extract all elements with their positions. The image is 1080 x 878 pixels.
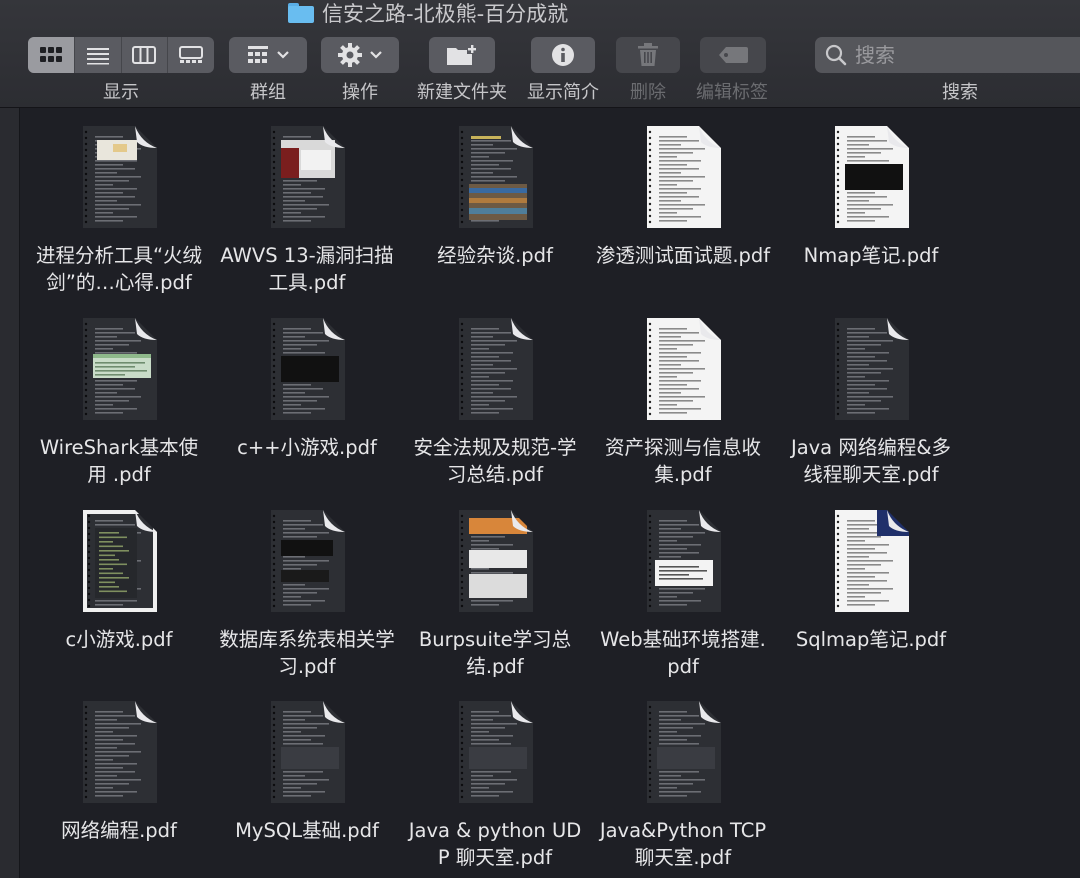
file-name-label: WireShark基本使用 .pdf — [39, 436, 199, 486]
pdf-thumbnail-icon — [835, 510, 909, 612]
pdf-thumbnail-icon — [271, 701, 345, 803]
file-name-label: 渗透测试面试题.pdf — [595, 244, 771, 267]
chevron-down-icon — [370, 51, 382, 59]
file-item[interactable]: 数据库系统表相关学习.pdf — [213, 492, 401, 682]
icon-view-button[interactable] — [28, 37, 75, 73]
file-item[interactable]: 经验杂谈.pdf — [401, 108, 589, 298]
edit-tags-label: 编辑标签 — [696, 82, 768, 103]
action-label: 操作 — [342, 82, 378, 103]
file-name-label: Java 网络编程&多线程聊天室.pdf — [790, 436, 952, 486]
search-icon — [825, 44, 847, 66]
pdf-thumbnail-icon — [459, 510, 533, 612]
pdf-thumbnail-icon — [835, 318, 909, 420]
file-name-label: Sqlmap笔记.pdf — [795, 628, 947, 651]
file-item[interactable]: Web基础环境搭建.pdf — [589, 492, 777, 682]
group-label: 群组 — [250, 82, 286, 103]
delete-button[interactable] — [616, 37, 680, 73]
pdf-thumbnail-icon — [647, 318, 721, 420]
group-icon — [248, 46, 268, 63]
pdf-thumbnail-icon — [459, 318, 533, 420]
file-name-label: 数据库系统表相关学习.pdf — [219, 628, 395, 678]
file-name-label: 网络编程.pdf — [61, 819, 177, 842]
file-item[interactable]: 资产探测与信息收集.pdf — [589, 300, 777, 490]
file-name-label: 经验杂谈.pdf — [437, 244, 553, 267]
pdf-thumbnail-icon — [271, 318, 345, 420]
file-name-label: Burpsuite学习总结.pdf — [418, 628, 572, 678]
info-icon — [552, 44, 574, 66]
list-icon — [86, 48, 109, 65]
pdf-thumbnail-icon — [835, 126, 909, 228]
file-item[interactable]: Java&Python TCP 聊天室.pdf — [589, 683, 777, 873]
file-name-label: Nmap笔记.pdf — [803, 244, 939, 267]
file-name-label: 资产探测与信息收集.pdf — [604, 436, 761, 486]
file-item[interactable]: Nmap笔记.pdf — [777, 108, 965, 298]
file-item[interactable]: 进程分析工具“火绒剑”的…心得.pdf — [25, 108, 213, 298]
file-name-label: AWVS 13-漏洞扫描工具.pdf — [220, 244, 394, 294]
action-button[interactable] — [321, 37, 399, 73]
column-view-button[interactable] — [122, 37, 169, 73]
file-name-label: Web基础环境搭建.pdf — [600, 628, 766, 678]
trash-icon — [638, 43, 658, 66]
search-label: 搜索 — [942, 82, 978, 103]
new-folder-icon — [447, 44, 477, 65]
columns-icon — [132, 46, 157, 64]
chevron-down-icon — [277, 51, 289, 59]
folder-icon — [288, 3, 314, 23]
view-mode-control[interactable] — [28, 37, 214, 73]
file-item[interactable]: AWVS 13-漏洞扫描工具.pdf — [213, 108, 401, 298]
file-name-label: MySQL基础.pdf — [235, 819, 379, 842]
pdf-thumbnail-icon — [271, 126, 345, 228]
file-item[interactable]: 网络编程.pdf — [25, 683, 213, 873]
file-name-label: Java&Python TCP 聊天室.pdf — [599, 819, 767, 869]
file-item[interactable]: Java 网络编程&多线程聊天室.pdf — [777, 300, 965, 490]
list-view-button[interactable] — [75, 37, 122, 73]
search-field[interactable] — [815, 37, 1080, 73]
file-name-label: c小游戏.pdf — [65, 628, 173, 651]
sidebar-edge — [0, 108, 20, 878]
pdf-thumbnail-icon — [459, 701, 533, 803]
pdf-thumbnail-icon — [83, 126, 157, 228]
search-input[interactable] — [853, 42, 1057, 68]
file-name-label: c++小游戏.pdf — [237, 436, 377, 459]
file-item[interactable]: MySQL基础.pdf — [213, 683, 401, 873]
file-item[interactable]: c++小游戏.pdf — [213, 300, 401, 490]
file-item[interactable]: WireShark基本使用 .pdf — [25, 300, 213, 490]
get-info-button[interactable] — [531, 37, 595, 73]
new-folder-button[interactable] — [429, 37, 495, 73]
gallery-view-button[interactable] — [168, 37, 214, 73]
finder-toolbar: 信安之路-北极熊-百分成就 显示 群组 操作 新建文件夹 显示简介 删除 编辑标… — [0, 0, 1080, 108]
pdf-thumbnail-icon — [647, 126, 721, 228]
file-item[interactable]: c小游戏.pdf — [25, 492, 213, 682]
pdf-thumbnail-icon — [459, 126, 533, 228]
get-info-label: 显示简介 — [527, 82, 599, 103]
pdf-thumbnail-icon — [83, 701, 157, 803]
pdf-thumbnail-icon — [271, 510, 345, 612]
file-item[interactable]: Sqlmap笔记.pdf — [777, 492, 965, 682]
tag-icon — [719, 47, 748, 63]
gear-icon — [338, 43, 362, 67]
file-name-label: Java & python UDP 聊天室.pdf — [408, 819, 582, 869]
file-name-label: 进程分析工具“火绒剑”的…心得.pdf — [35, 244, 203, 294]
delete-label: 删除 — [630, 82, 666, 103]
pdf-thumbnail-icon — [83, 318, 157, 420]
file-name-label: 安全法规及规范-学习总结.pdf — [413, 436, 577, 486]
window-title-text: 信安之路-北极熊-百分成就 — [322, 2, 569, 26]
file-item[interactable]: 安全法规及规范-学习总结.pdf — [401, 300, 589, 490]
grid-icon — [39, 47, 62, 62]
new-folder-label: 新建文件夹 — [417, 82, 507, 103]
file-item[interactable]: Burpsuite学习总结.pdf — [401, 492, 589, 682]
file-item[interactable]: Java & python UDP 聊天室.pdf — [401, 683, 589, 873]
pdf-thumbnail-icon — [647, 510, 721, 612]
view-label: 显示 — [103, 82, 139, 103]
file-item[interactable]: 渗透测试面试题.pdf — [589, 108, 777, 298]
pdf-thumbnail-icon — [647, 701, 721, 803]
gallery-icon — [179, 46, 204, 63]
pdf-thumbnail-icon — [83, 510, 157, 612]
edit-tags-button[interactable] — [700, 37, 766, 73]
window-title: 信安之路-北极熊-百分成就 — [288, 0, 568, 26]
group-button[interactable] — [229, 37, 307, 73]
